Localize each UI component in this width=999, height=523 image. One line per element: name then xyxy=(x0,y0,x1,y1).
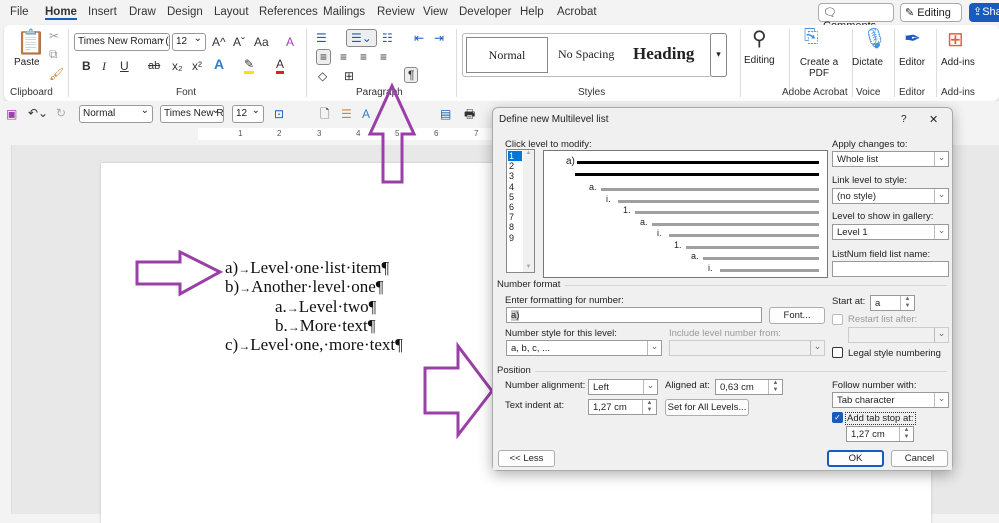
preview-label: i. xyxy=(708,262,713,273)
number-style-select[interactable]: a, b, c, ... ⌄ xyxy=(506,340,662,356)
preview-line xyxy=(601,188,819,191)
tab-stop-spinner[interactable]: 1,27 cm ▲ ▼ xyxy=(846,426,914,442)
link-level-label: Link level to style: xyxy=(832,175,907,186)
aligned-at-label: Aligned at: xyxy=(665,380,710,391)
preview-line xyxy=(686,245,819,249)
preview-line xyxy=(720,268,819,272)
add-tab-stop-label: Add tab stop at: xyxy=(845,412,916,425)
restart-list-checkbox[interactable] xyxy=(832,314,843,325)
legal-style-label: Legal style numbering xyxy=(848,348,941,359)
number-style-label: Number style for this level: xyxy=(505,328,617,339)
preview-line xyxy=(635,211,819,214)
aligned-at-value: 0,63 cm xyxy=(720,382,754,393)
level-option[interactable]: 5 xyxy=(508,192,522,202)
less-button[interactable]: << Less xyxy=(498,450,555,467)
preview-line xyxy=(577,161,819,164)
text-indent-label: Text indent at: xyxy=(505,400,565,411)
apply-changes-value: Whole list xyxy=(837,154,879,165)
preview-line xyxy=(669,234,819,237)
gallery-level-label: Level to show in gallery: xyxy=(832,211,934,222)
number-style-value: a, b, c, ... xyxy=(511,343,551,354)
level-preview: a) a. i. 1. a. i. 1. a. i. xyxy=(543,150,828,278)
font-button[interactable]: Font... xyxy=(769,307,825,324)
restart-list-select[interactable]: ⌄ xyxy=(848,327,949,343)
number-alignment-select[interactable]: Left ⌄ xyxy=(588,379,658,395)
annotation-arrow-left-doc xyxy=(135,249,224,297)
start-at-label: Start at: xyxy=(832,296,866,307)
preview-label: a. xyxy=(691,251,699,261)
preview-line xyxy=(618,199,819,203)
level-option[interactable]: 2 xyxy=(508,161,522,171)
ok-button[interactable]: OK xyxy=(827,450,884,467)
position-group-label: Position xyxy=(497,365,531,376)
preview-label: a) xyxy=(566,156,575,167)
level-option[interactable]: 6 xyxy=(508,202,522,212)
start-at-spinner[interactable]: a ▲ ▼ xyxy=(870,295,915,311)
annotation-arrow-up xyxy=(367,82,417,184)
cancel-button[interactable]: Cancel xyxy=(891,450,948,467)
preview-label: i. xyxy=(606,193,611,204)
define-multilevel-list-dialog: Define new Multilevel list ? ✕ Click lev… xyxy=(492,107,953,471)
preview-line xyxy=(703,257,819,260)
gallery-level-select[interactable]: Level 1 ⌄ xyxy=(832,224,949,240)
preview-label: 1. xyxy=(623,205,631,215)
annotation-arrow-dialog xyxy=(423,341,494,440)
tab-stop-value: 1,27 cm xyxy=(851,429,885,440)
enter-format-label: Enter formatting for number: xyxy=(505,295,624,306)
preview-label: a. xyxy=(640,216,648,227)
listnum-input[interactable] xyxy=(832,261,949,277)
level-scrollbar[interactable]: ▲ ▼ xyxy=(523,150,534,272)
include-level-label: Include level number from: xyxy=(669,328,781,339)
preview-line xyxy=(575,173,819,176)
close-button[interactable]: ✕ xyxy=(929,113,938,126)
preview-line xyxy=(652,222,819,226)
level-option[interactable]: 7 xyxy=(508,212,522,222)
link-level-select[interactable]: (no style) ⌄ xyxy=(832,188,949,204)
help-button[interactable]: ? xyxy=(901,114,907,125)
number-format-value: a) xyxy=(511,310,520,321)
link-level-value: (no style) xyxy=(837,191,877,202)
restart-list-label: Restart list after: xyxy=(848,314,918,325)
dialog-title: Define new Multilevel list xyxy=(499,114,609,125)
gallery-level-value: Level 1 xyxy=(837,227,868,238)
include-level-select[interactable]: ⌄ xyxy=(669,340,825,356)
number-alignment-value: Left xyxy=(593,382,609,393)
follow-number-select[interactable]: Tab character ⌄ xyxy=(832,392,949,408)
level-option[interactable]: 1 xyxy=(508,151,522,161)
level-listbox[interactable]: ▲ ▼ 123456789 xyxy=(506,149,535,273)
number-format-group-label: Number format xyxy=(497,279,561,290)
aligned-at-spinner[interactable]: 0,63 cm ▲ ▼ xyxy=(715,379,783,395)
level-option[interactable]: 4 xyxy=(508,182,522,192)
listnum-label: ListNum field list name: xyxy=(832,249,931,260)
apply-changes-label: Apply changes to: xyxy=(832,139,908,150)
text-indent-value: 1,27 cm xyxy=(593,402,627,413)
set-for-all-levels-button[interactable]: Set for All Levels... xyxy=(665,399,749,416)
number-alignment-label: Number alignment: xyxy=(505,380,586,391)
level-option[interactable]: 3 xyxy=(508,171,522,181)
preview-label: 1. xyxy=(674,239,682,250)
level-option[interactable]: 9 xyxy=(508,233,522,243)
preview-label: i. xyxy=(657,228,662,238)
text-indent-spinner[interactable]: 1,27 cm ▲ ▼ xyxy=(588,399,657,415)
legal-style-checkbox[interactable] xyxy=(832,347,843,358)
level-option[interactable]: 8 xyxy=(508,222,522,232)
follow-number-label: Follow number with: xyxy=(832,380,917,391)
number-format-input[interactable]: a) xyxy=(506,307,762,323)
follow-number-value: Tab character xyxy=(837,395,895,406)
start-at-value: a xyxy=(875,298,881,309)
add-tab-stop-checkbox[interactable]: ✓ xyxy=(832,412,843,423)
apply-changes-select[interactable]: Whole list ⌄ xyxy=(832,151,949,167)
preview-label: a. xyxy=(589,182,597,192)
